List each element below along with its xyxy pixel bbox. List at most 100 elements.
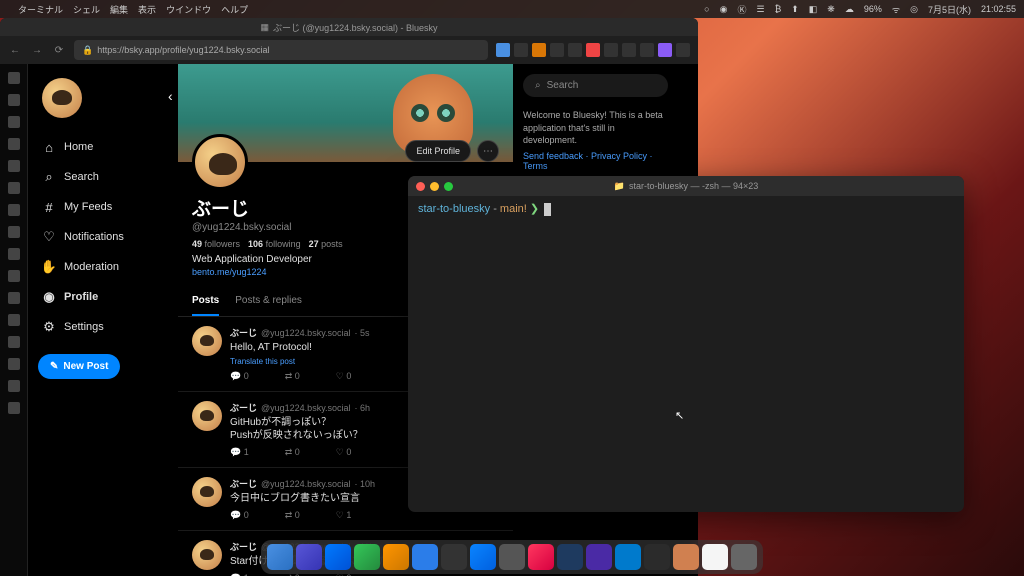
status-icon[interactable]: ⬆ xyxy=(791,4,799,15)
post-avatar[interactable] xyxy=(192,477,222,507)
dock-app[interactable] xyxy=(673,544,699,570)
dock-app[interactable] xyxy=(528,544,554,570)
status-icon[interactable]: ◉ xyxy=(720,4,728,15)
menubar-item[interactable]: 編集 xyxy=(110,3,128,16)
dock-app[interactable] xyxy=(586,544,612,570)
menubar-date[interactable]: 7月5日(水) xyxy=(928,3,971,16)
battery-icon[interactable]: 96% xyxy=(864,4,882,14)
extension-icon[interactable] xyxy=(586,43,600,57)
sidebar-tool[interactable] xyxy=(8,116,20,128)
sidebar-tool[interactable] xyxy=(8,226,20,238)
nav-home[interactable]: ⌂Home xyxy=(38,134,168,160)
post-author[interactable]: ぶーじ xyxy=(230,326,257,339)
back-button[interactable]: ← xyxy=(8,43,22,57)
extension-icon[interactable] xyxy=(550,43,564,57)
repost-button[interactable]: ⇄ 0 xyxy=(285,371,300,382)
status-icon[interactable]: ◧ xyxy=(809,4,818,15)
sidebar-tool[interactable] xyxy=(8,358,20,370)
terminal-window[interactable]: 📁 star-to-bluesky — -zsh — 94×23 star-to… xyxy=(408,176,964,512)
refresh-button[interactable]: ⟳ xyxy=(52,43,66,57)
my-avatar[interactable] xyxy=(42,78,82,118)
dock-trash[interactable] xyxy=(731,544,757,570)
menubar-item[interactable]: シェル xyxy=(73,3,100,16)
status-icon[interactable]: ❋ xyxy=(827,4,835,15)
nav-search[interactable]: ⌕Search xyxy=(38,164,168,190)
sidebar-tool[interactable] xyxy=(8,402,20,414)
nav-feeds[interactable]: #My Feeds xyxy=(38,194,168,220)
maximize-button[interactable] xyxy=(444,182,453,191)
dock-app[interactable] xyxy=(267,544,293,570)
dock-app[interactable] xyxy=(702,544,728,570)
close-button[interactable] xyxy=(416,182,425,191)
extension-icon[interactable] xyxy=(514,43,528,57)
like-button[interactable]: ♡ 0 xyxy=(336,371,352,382)
nav-moderation[interactable]: ✋Moderation xyxy=(38,254,168,280)
followers-stat[interactable]: 49 followers xyxy=(192,239,240,249)
wifi-icon[interactable]: ᯤ xyxy=(892,3,900,16)
more-button[interactable]: ⋯ xyxy=(477,140,499,162)
extension-icon[interactable] xyxy=(640,43,654,57)
menubar-item[interactable]: 表示 xyxy=(138,3,156,16)
reply-button[interactable]: 💬 1 xyxy=(230,447,249,458)
status-icon[interactable]: ☰ xyxy=(756,4,764,15)
extension-icon[interactable] xyxy=(676,43,690,57)
post-author[interactable]: ぶーじ xyxy=(230,401,257,414)
sidebar-tool[interactable] xyxy=(8,72,20,84)
reply-button[interactable]: 💬 0 xyxy=(230,510,249,521)
post-avatar[interactable] xyxy=(192,401,222,431)
edit-profile-button[interactable]: Edit Profile xyxy=(405,140,471,162)
sidebar-tool[interactable] xyxy=(8,94,20,106)
status-icon[interactable]: ○ xyxy=(704,4,709,14)
url-bar[interactable]: 🔒 https://bsky.app/profile/yug1224.bsky.… xyxy=(74,40,488,60)
menubar-item[interactable]: ヘルプ xyxy=(221,3,248,16)
sidebar-tool[interactable] xyxy=(8,138,20,150)
menubar-item[interactable]: ウインドウ xyxy=(166,3,211,16)
terminal-body[interactable]: star-to-bluesky - main! ❯ xyxy=(408,196,964,512)
repost-button[interactable]: ⇄ 0 xyxy=(285,447,300,458)
status-icon[interactable]: Ⓚ xyxy=(737,3,746,16)
browser-tab-title[interactable]: ぶーじ (@yug1224.bsky.social) - Bluesky xyxy=(273,21,438,34)
dock-app[interactable] xyxy=(296,544,322,570)
sidebar-tool[interactable] xyxy=(8,314,20,326)
nav-settings[interactable]: ⚙Settings xyxy=(38,314,168,340)
nav-notifications[interactable]: ♡Notifications xyxy=(38,224,168,250)
menubar-app[interactable]: ターミナル xyxy=(18,3,63,16)
status-icon[interactable]: ₿ xyxy=(775,4,782,14)
search-input[interactable]: ⌕ Search xyxy=(523,74,668,97)
new-post-button[interactable]: ✎New Post xyxy=(38,354,120,379)
status-icon[interactable]: ☁ xyxy=(845,4,854,15)
tab-posts[interactable]: Posts xyxy=(192,287,219,316)
sidebar-tool[interactable] xyxy=(8,248,20,260)
profile-avatar[interactable] xyxy=(192,134,248,190)
extension-icon[interactable] xyxy=(568,43,582,57)
post-author[interactable]: ぶーじ xyxy=(230,540,257,553)
post-avatar[interactable] xyxy=(192,326,222,356)
profile-back-button[interactable]: ‹ xyxy=(168,88,173,104)
sidebar-tool[interactable] xyxy=(8,160,20,172)
extension-icon[interactable] xyxy=(532,43,546,57)
dock-app[interactable] xyxy=(325,544,351,570)
following-stat[interactable]: 106 following xyxy=(248,239,301,249)
posts-stat[interactable]: 27 posts xyxy=(309,239,343,249)
sidebar-tool[interactable] xyxy=(8,270,20,282)
menubar-time[interactable]: 21:02:55 xyxy=(981,4,1016,14)
dock-app[interactable] xyxy=(499,544,525,570)
dock-app[interactable] xyxy=(644,544,670,570)
dock-app[interactable] xyxy=(615,544,641,570)
control-center-icon[interactable]: ◎ xyxy=(910,4,918,15)
nav-profile[interactable]: ◉Profile xyxy=(38,284,168,310)
extension-icon[interactable] xyxy=(496,43,510,57)
tab-replies[interactable]: Posts & replies xyxy=(235,287,302,316)
sidebar-tool[interactable] xyxy=(8,292,20,304)
dock-app[interactable] xyxy=(412,544,438,570)
dock-app[interactable] xyxy=(441,544,467,570)
dock-app[interactable] xyxy=(470,544,496,570)
post-avatar[interactable] xyxy=(192,540,222,570)
sidebar-tool[interactable] xyxy=(8,336,20,348)
sidebar-tool[interactable] xyxy=(8,182,20,194)
dock-app[interactable] xyxy=(383,544,409,570)
sidebar-tool[interactable] xyxy=(8,380,20,392)
dock-app[interactable] xyxy=(354,544,380,570)
extension-icon[interactable] xyxy=(604,43,618,57)
like-button[interactable]: ♡ 0 xyxy=(336,447,352,458)
